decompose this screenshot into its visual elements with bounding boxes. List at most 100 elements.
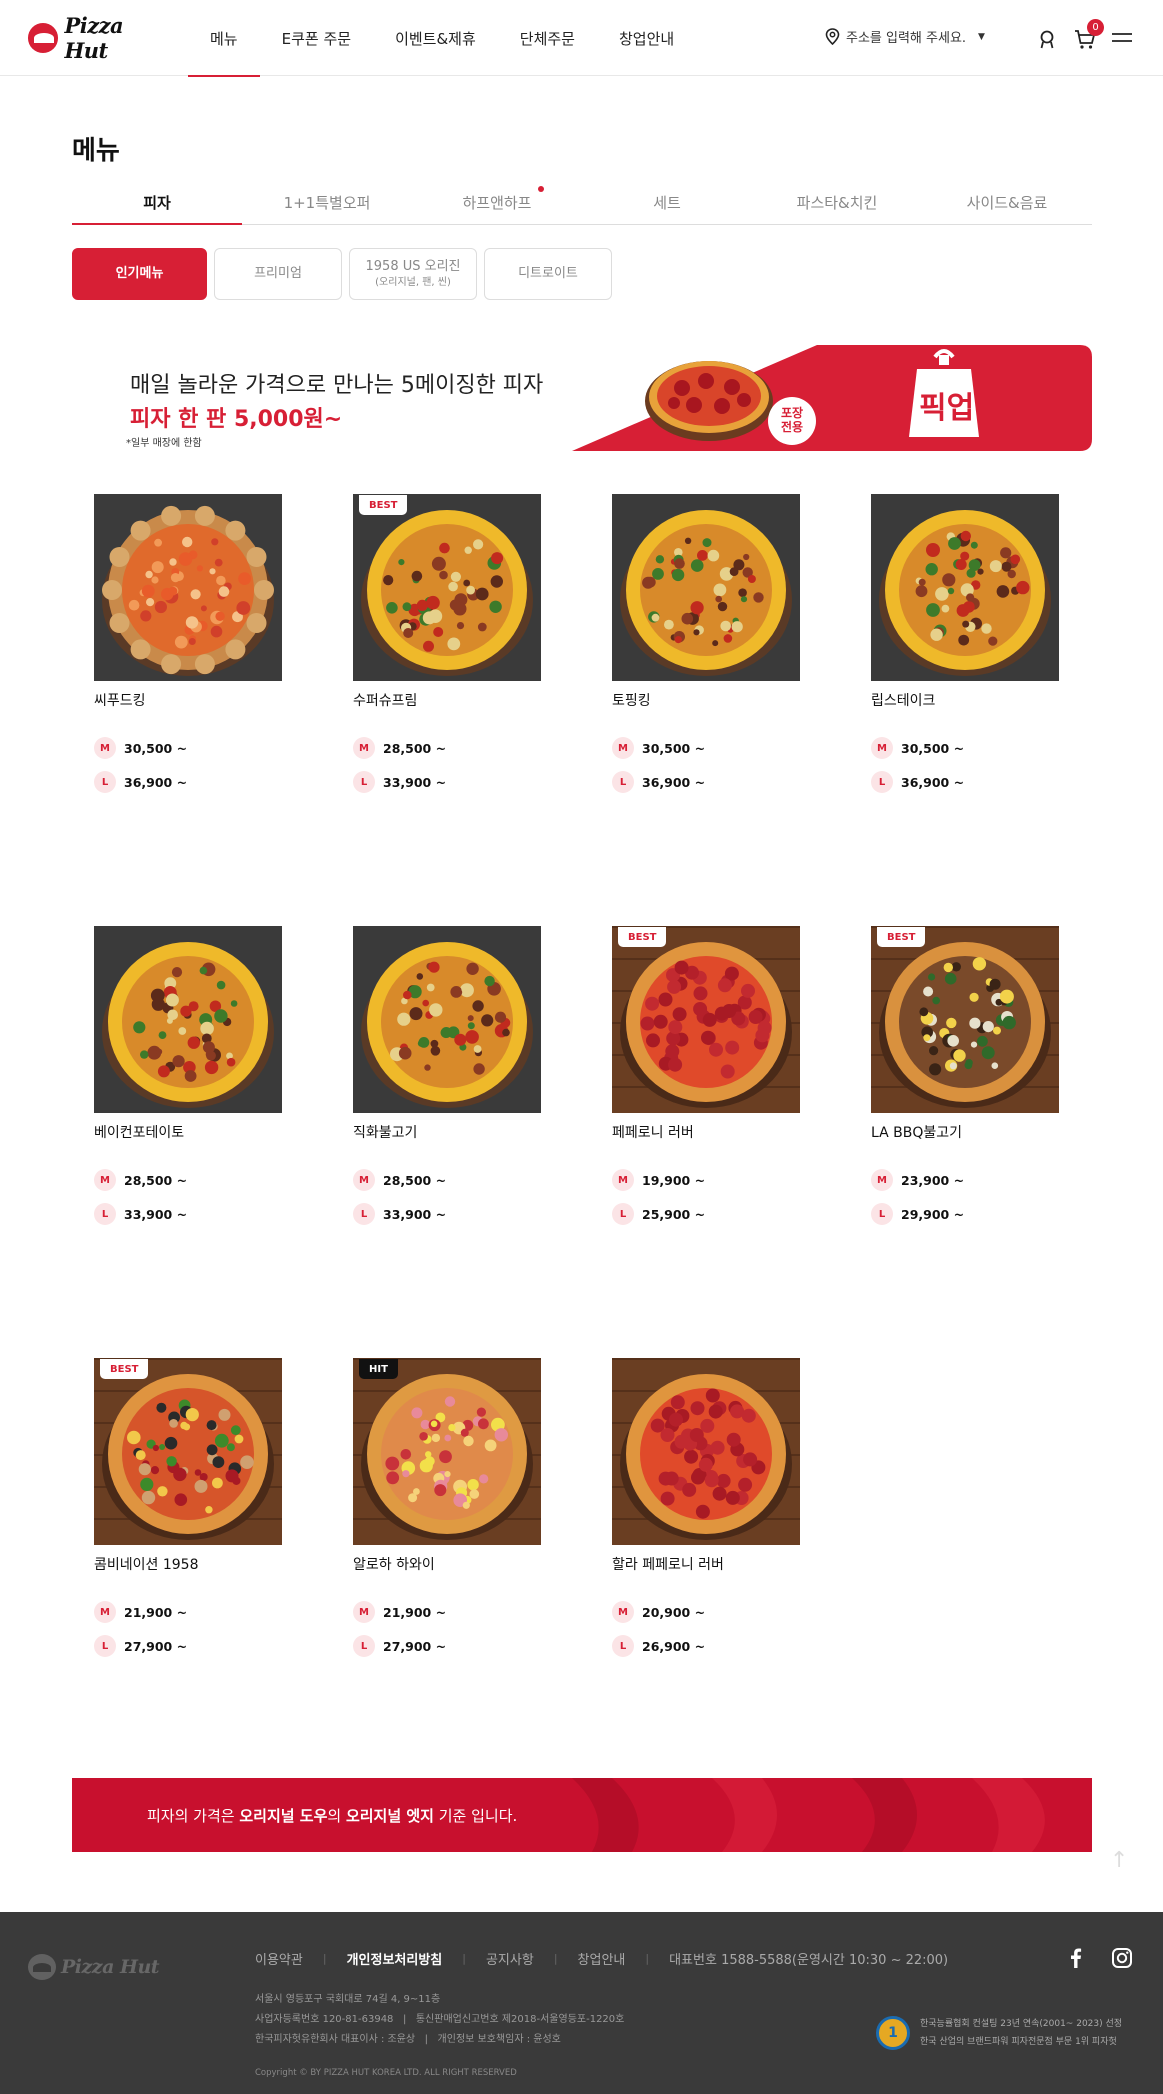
product-card[interactable]: BEST 콤비네이션 1958 M 21,900 ~ L 27,900 ~ <box>94 1358 282 1688</box>
product-card[interactable]: BEST 수퍼슈프림 M 28,500 ~ L 33,900 ~ <box>353 494 541 824</box>
product-image[interactable] <box>94 926 282 1113</box>
footer-link-franchise[interactable]: 창업안내 <box>578 1949 626 1968</box>
price-m: 28,500 ~ <box>124 1172 188 1188</box>
brand-award: 1 한국능률협회 컨설팅 23년 연속(2001~ 2023) 선정 한국 산업… <box>876 2015 1122 2051</box>
price-m: 21,900 ~ <box>383 1604 447 1620</box>
product-name[interactable]: 베이컨포테이토 <box>94 1122 184 1142</box>
size-l-badge: L <box>94 1635 116 1657</box>
pizza-hut-logo[interactable]: Pizza Hut <box>28 13 168 63</box>
product-card[interactable]: 베이컨포테이토 M 28,500 ~ L 33,900 ~ <box>94 926 282 1256</box>
product-name[interactable]: 씨푸드킹 <box>94 690 146 710</box>
product-card[interactable]: 씨푸드킹 M 30,500 ~ L 36,900 ~ <box>94 494 282 824</box>
product-name[interactable]: LA BBQ불고기 <box>871 1122 962 1142</box>
nav-group-order[interactable]: 단체주문 <box>498 0 597 76</box>
size-m-badge: M <box>353 737 375 759</box>
tab-side-drink[interactable]: 사이드&음료 <box>922 182 1092 224</box>
location-pin-icon <box>825 28 840 45</box>
tab-half-and-half[interactable]: 하프앤하프 <box>412 182 582 224</box>
footer-link-notices[interactable]: 공지사항 <box>486 1949 534 1968</box>
product-name[interactable]: 수퍼슈프림 <box>353 690 417 710</box>
company-info: 서울시 영등포구 국회대로 74길 4, 9~11층 사업자등록번호 120-8… <box>255 1990 624 2050</box>
nav-menu[interactable]: 메뉴 <box>188 0 260 77</box>
subtab-popular[interactable]: 인기메뉴 <box>72 248 207 300</box>
best-badge: BEST <box>877 927 926 947</box>
product-card[interactable]: BEST LA BBQ불고기 M 23,900 ~ L 29,900 ~ <box>871 926 1059 1256</box>
tab-set[interactable]: 세트 <box>582 182 752 224</box>
product-card[interactable]: 립스테이크 M 30,500 ~ L 36,900 ~ <box>871 494 1059 824</box>
cart-count-badge: 0 <box>1087 19 1104 36</box>
price-m: 21,900 ~ <box>124 1604 188 1620</box>
hamburger-menu-icon[interactable] <box>1110 27 1134 51</box>
product-card[interactable]: 직화불고기 M 28,500 ~ L 33,900 ~ <box>353 926 541 1256</box>
facebook-icon[interactable] <box>1064 1946 1088 1970</box>
divider: | <box>322 1952 327 1965</box>
price-l: 36,900 ~ <box>642 774 706 790</box>
product-card[interactable]: 토핑킹 M 30,500 ~ L 36,900 ~ <box>612 494 800 824</box>
divider: | <box>462 1952 466 1965</box>
product-image[interactable]: BEST <box>612 926 800 1113</box>
subtab-detroit[interactable]: 디트로이트 <box>484 248 612 300</box>
size-l-badge: L <box>612 1635 634 1657</box>
footer-link-terms[interactable]: 이용약관 <box>255 1949 303 1968</box>
price-row-l: L 36,900 ~ <box>94 771 187 793</box>
product-name[interactable]: 페페로니 러버 <box>612 1122 694 1142</box>
footer-link-privacy[interactable]: 개인정보처리방침 <box>347 1949 443 1968</box>
new-dot-badge <box>538 186 544 192</box>
tab-pizza[interactable]: 피자 <box>72 182 242 225</box>
product-name[interactable]: 직화불고기 <box>353 1122 417 1142</box>
divider: | <box>553 1952 558 1965</box>
award-line: 한국능률협회 컨설팅 23년 연속(2001~ 2023) 선정 <box>920 2019 1123 2029</box>
price-m: 28,500 ~ <box>383 1172 447 1188</box>
subtab-label: 1958 US 오리진 <box>365 259 461 275</box>
cart-button[interactable]: 0 <box>1073 19 1104 51</box>
nav-franchise[interactable]: 창업안내 <box>597 0 696 76</box>
product-image[interactable] <box>612 1358 800 1545</box>
address-selector[interactable]: 주소를 입력해 주세요. ▼ <box>825 27 985 46</box>
tab-1plus1-offer[interactable]: 1+1특별오퍼 <box>242 182 412 224</box>
product-image[interactable] <box>612 494 800 681</box>
price-row-l: L 27,900 ~ <box>94 1635 187 1657</box>
best-badge: BEST <box>100 1359 149 1379</box>
subtab-1958-us-origin[interactable]: 1958 US 오리진 (오리지널, 팬, 씬) <box>349 248 477 300</box>
pickup-bag-icon: 픽업 <box>895 345 993 451</box>
nav-events[interactable]: 이벤트&제휴 <box>373 0 498 76</box>
size-m-badge: M <box>94 1169 116 1191</box>
product-image[interactable] <box>871 494 1059 681</box>
product-card[interactable]: 할라 페페로니 러버 M 20,900 ~ L 26,900 ~ <box>612 1358 800 1688</box>
product-card[interactable]: HIT 알로하 하와이 M 21,900 ~ L 27,900 ~ <box>353 1358 541 1688</box>
price-l: 25,900 ~ <box>642 1206 706 1222</box>
price-m: 30,500 ~ <box>642 740 706 756</box>
notice-text-part: 피자의 가격은 <box>147 1806 240 1825</box>
product-name[interactable]: 알로하 하와이 <box>353 1554 435 1574</box>
scroll-to-top-icon[interactable]: ↑ <box>1110 1848 1128 1873</box>
product-name[interactable]: 콤비네이션 1958 <box>94 1554 198 1574</box>
product-image[interactable]: BEST <box>871 926 1059 1113</box>
divider: | <box>645 1952 650 1965</box>
size-l-badge: L <box>94 771 116 793</box>
banner-price: 피자 한 판 5,000원~ <box>130 407 343 432</box>
instagram-icon[interactable] <box>1110 1946 1134 1970</box>
product-card[interactable]: BEST 페페로니 러버 M 19,900 ~ L 25,900 ~ <box>612 926 800 1256</box>
promo-banner[interactable]: 매일 놀라운 가격으로 만나는 5메이징한 피자 피자 한 판 5,000원~ … <box>72 345 1092 451</box>
price-m: 28,500 ~ <box>383 740 447 756</box>
hit-badge: HIT <box>359 1359 398 1379</box>
pizza-photo <box>94 494 282 681</box>
price-m: 20,900 ~ <box>642 1604 706 1620</box>
product-name[interactable]: 토핑킹 <box>612 690 651 710</box>
notice-text-part: 의 <box>327 1806 346 1825</box>
product-image[interactable]: HIT <box>353 1358 541 1545</box>
nav-ecoupon[interactable]: E쿠폰 주문 <box>260 0 373 76</box>
product-image[interactable] <box>94 494 282 681</box>
user-icon[interactable] <box>1035 27 1059 51</box>
footer-logo[interactable]: Pizza Hut <box>28 1954 160 1980</box>
product-image[interactable] <box>353 926 541 1113</box>
product-image[interactable]: BEST <box>353 494 541 681</box>
tab-label: 하프앤하프 <box>462 194 532 212</box>
subtab-label: 디트로이트 <box>518 266 578 282</box>
price-l: 26,900 ~ <box>642 1638 706 1654</box>
tab-pasta-chicken[interactable]: 파스타&치킨 <box>752 182 922 224</box>
product-image[interactable]: BEST <box>94 1358 282 1545</box>
product-name[interactable]: 립스테이크 <box>871 690 935 710</box>
subtab-premium[interactable]: 프리미엄 <box>214 248 342 300</box>
product-name[interactable]: 할라 페페로니 러버 <box>612 1554 724 1574</box>
